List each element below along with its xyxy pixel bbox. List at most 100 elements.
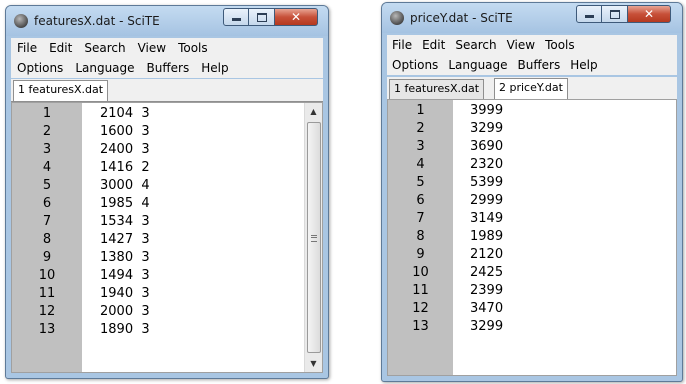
maximize-icon xyxy=(609,9,620,19)
line-number: 12 xyxy=(412,301,429,316)
scite-window-featuresx[interactable]: featuresX.dat - SciTE ✕ File Edit Search… xyxy=(5,5,329,379)
line-text[interactable]: 1940 3 xyxy=(100,285,150,303)
close-icon: ✕ xyxy=(643,7,655,21)
line-text[interactable]: 1380 3 xyxy=(100,249,150,267)
line-text[interactable]: 3470 xyxy=(470,300,503,318)
scroll-up-arrow-icon[interactable]: ▲ xyxy=(305,103,322,120)
line-text[interactable]: 3299 xyxy=(470,120,503,138)
menu-options[interactable]: Options xyxy=(392,58,438,72)
grip-icon xyxy=(311,234,317,242)
title-bar[interactable]: priceY.dat - SciTE ✕ xyxy=(382,3,682,33)
line-text[interactable]: 2104 3 xyxy=(100,105,150,123)
line-text[interactable]: 2400 3 xyxy=(100,141,150,159)
menu-tools[interactable]: Tools xyxy=(545,38,575,52)
menu-options[interactable]: Options xyxy=(17,61,63,75)
line-text[interactable]: 1427 3 xyxy=(100,231,150,249)
minimize-button[interactable] xyxy=(576,5,602,23)
line-text[interactable]: 5399 xyxy=(470,174,503,192)
line-text[interactable]: 2425 xyxy=(470,264,503,282)
close-icon: ✕ xyxy=(290,10,302,24)
menu-file[interactable]: File xyxy=(392,38,412,52)
line-number: 5 xyxy=(416,175,425,190)
scite-app-icon[interactable] xyxy=(14,14,28,28)
menu-file[interactable]: File xyxy=(17,41,37,55)
line-number: 2 xyxy=(416,121,425,136)
menu-view[interactable]: View xyxy=(507,38,535,52)
scroll-thumb[interactable] xyxy=(307,122,321,353)
vertical-scrollbar[interactable]: ▲ ▼ xyxy=(304,103,322,372)
line-text[interactable]: 1494 3 xyxy=(100,267,150,285)
line-text[interactable]: 2000 3 xyxy=(100,303,150,321)
close-button[interactable]: ✕ xyxy=(628,5,671,23)
line-number: 1 xyxy=(416,103,425,118)
close-button[interactable]: ✕ xyxy=(275,8,318,26)
line-text[interactable]: 1890 3 xyxy=(100,321,150,339)
line-text[interactable]: 3999 xyxy=(470,102,503,120)
line-number: 10 xyxy=(38,268,56,283)
menu-language[interactable]: Language xyxy=(75,61,134,75)
line-number: 4 xyxy=(42,160,52,175)
line-number: 11 xyxy=(38,286,56,301)
line-text[interactable]: 1989 xyxy=(470,228,503,246)
minimize-icon xyxy=(231,18,241,21)
title-bar[interactable]: featuresX.dat - SciTE ✕ xyxy=(6,6,328,36)
menu-view[interactable]: View xyxy=(138,41,166,55)
line-text[interactable]: 3000 4 xyxy=(100,177,150,195)
menu-buffers[interactable]: Buffers xyxy=(518,58,561,72)
window-title: priceY.dat - SciTE xyxy=(410,11,513,25)
line-text[interactable]: 1534 3 xyxy=(100,213,150,231)
tab-pricey[interactable]: 2 priceY.dat xyxy=(494,78,568,99)
line-text[interactable]: 3149 xyxy=(470,210,503,228)
line-number: 11 xyxy=(412,283,429,298)
menu-search[interactable]: Search xyxy=(84,41,125,55)
menu-edit[interactable]: Edit xyxy=(422,38,445,52)
maximize-icon xyxy=(256,12,267,22)
scite-app-icon[interactable] xyxy=(390,11,404,25)
buffer-tab-bar: 1 featuresX.dat xyxy=(11,79,323,102)
line-number: 6 xyxy=(42,196,52,211)
tab-featuresx[interactable]: 1 featuresX.dat xyxy=(389,79,485,99)
line-number: 9 xyxy=(416,247,425,262)
scite-window-pricey[interactable]: priceY.dat - SciTE ✕ File Edit Search Vi… xyxy=(381,2,683,382)
menu-language[interactable]: Language xyxy=(448,58,507,72)
line-number: 4 xyxy=(416,157,425,172)
line-number: 3 xyxy=(416,139,425,154)
menu-help[interactable]: Help xyxy=(570,58,597,72)
menu-search[interactable]: Search xyxy=(455,38,496,52)
line-number: 7 xyxy=(42,214,52,229)
menu-bar: File Edit Search View Tools Options Lang… xyxy=(11,38,323,78)
menu-tools[interactable]: Tools xyxy=(178,41,208,55)
line-text[interactable]: 2399 xyxy=(470,282,503,300)
line-number: 2 xyxy=(42,124,52,139)
line-number: 7 xyxy=(416,211,425,226)
line-number: 13 xyxy=(412,319,429,334)
line-text[interactable]: 2320 xyxy=(470,156,503,174)
line-text[interactable]: 1416 2 xyxy=(100,159,150,177)
line-number: 3 xyxy=(42,142,52,157)
maximize-button[interactable] xyxy=(249,8,275,26)
line-text[interactable]: 2120 xyxy=(470,246,503,264)
editor-pane[interactable]: 1 3999 2 3299 3 3690 4 2320 5 5399 6 2999 7 3149 8 1989… xyxy=(387,99,677,376)
line-number: 5 xyxy=(42,178,52,193)
menu-edit[interactable]: Edit xyxy=(49,41,72,55)
tab-featuresx[interactable]: 1 featuresX.dat xyxy=(13,80,109,101)
line-number: 8 xyxy=(416,229,425,244)
menu-help[interactable]: Help xyxy=(201,61,228,75)
line-text[interactable]: 1985 4 xyxy=(100,195,150,213)
line-text[interactable]: 1600 3 xyxy=(100,123,150,141)
line-text[interactable]: 3299 xyxy=(470,318,503,336)
minimize-button[interactable] xyxy=(223,8,249,26)
menu-buffers[interactable]: Buffers xyxy=(147,61,190,75)
scroll-down-arrow-icon[interactable]: ▼ xyxy=(305,355,322,372)
line-number: 12 xyxy=(38,304,56,319)
line-number: 1 xyxy=(42,106,52,121)
line-text[interactable]: 3690 xyxy=(470,138,503,156)
line-number: 6 xyxy=(416,193,425,208)
maximize-button[interactable] xyxy=(602,5,628,23)
line-number: 9 xyxy=(42,250,52,265)
line-number: 8 xyxy=(42,232,52,247)
menu-bar: File Edit Search View Tools Options Lang… xyxy=(387,35,677,75)
line-number: 10 xyxy=(412,265,429,280)
editor-pane[interactable]: 1 2104 3 2 1600 3 3 2400 3 4 1416 2 5 3000 4 6 1985… xyxy=(11,102,323,373)
line-text[interactable]: 2999 xyxy=(470,192,503,210)
